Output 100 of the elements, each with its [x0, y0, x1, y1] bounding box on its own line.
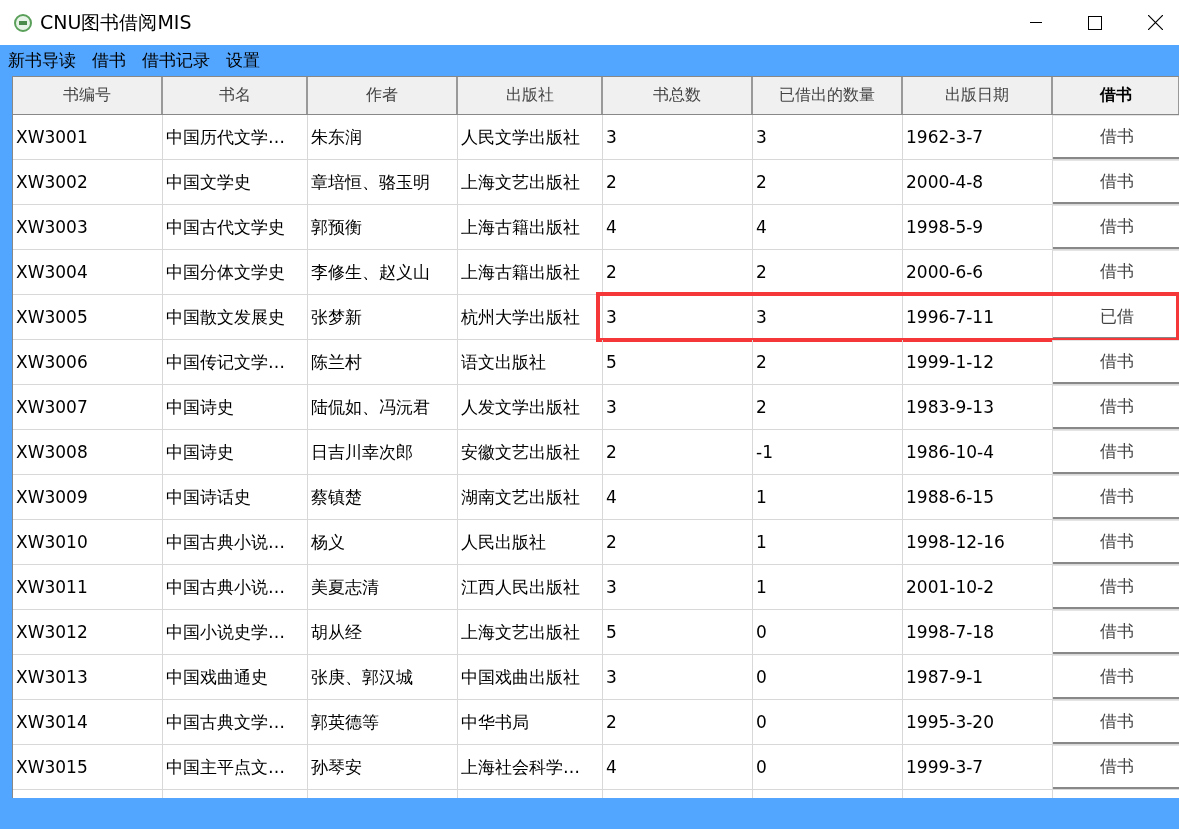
borrow-button[interactable]: 借书 — [1053, 430, 1179, 474]
table-cell: 中华书局 — [458, 700, 603, 744]
column-header: 书总数 — [603, 77, 753, 114]
column-header: 出版社 — [458, 77, 603, 114]
table-cell: XW3003 — [13, 205, 163, 249]
borrow-button[interactable]: 借书 — [1053, 745, 1179, 789]
table-cell: 中国分体文学史 — [163, 250, 308, 294]
menu-item[interactable]: 借书 — [92, 49, 126, 72]
table-cell: 4 — [603, 475, 753, 519]
table-cell: 朱东润 — [308, 115, 458, 159]
table-cell: XW3012 — [13, 610, 163, 654]
table-cell: 中国历代文学… — [163, 115, 308, 159]
table-cell: 中国传记文学… — [163, 340, 308, 384]
menu-item[interactable]: 设置 — [226, 49, 260, 72]
table-cell: 3 — [603, 565, 753, 609]
table-cell: 中国古典小说… — [163, 520, 308, 564]
table-cell: 3 — [603, 655, 753, 699]
column-header: 出版日期 — [903, 77, 1053, 114]
table-cell: 胡从经 — [308, 610, 458, 654]
borrow-button[interactable]: 借书 — [1053, 385, 1179, 429]
borrow-button[interactable]: 借书 — [1053, 565, 1179, 609]
table-cell: 张庚、郭汉城 — [308, 655, 458, 699]
table-cell: XW3009 — [13, 475, 163, 519]
table-cell: 上海文艺出版社 — [458, 160, 603, 204]
borrow-button[interactable]: 借书 — [1053, 655, 1179, 699]
table-cell: 4 — [753, 205, 903, 249]
table-cell: XW3010 — [13, 520, 163, 564]
minimize-icon[interactable] — [1030, 21, 1042, 24]
table-cell: XW3015 — [13, 745, 163, 789]
borrow-button[interactable]: 借书 — [1053, 115, 1179, 159]
borrow-button[interactable]: 借书 — [1053, 475, 1179, 519]
table-cell: 2 — [603, 700, 753, 744]
table-cell: 上海文艺出版社 — [458, 610, 603, 654]
column-header: 已借出的数量 — [753, 77, 903, 114]
table-cell: 中国诗史 — [163, 385, 308, 429]
column-header: 书名 — [163, 77, 308, 114]
table-cell: 日吉川幸次郎 — [308, 430, 458, 474]
table-cell: 中国戏曲通史 — [163, 655, 308, 699]
borrow-button[interactable]: 借书 — [1053, 340, 1179, 384]
table-cell: 2 — [603, 250, 753, 294]
borrow-button[interactable]: 借书 — [1053, 610, 1179, 654]
table-cell: 中国诗史 — [163, 430, 308, 474]
table-cell: 中国古典文学… — [163, 700, 308, 744]
table-cell: 0 — [753, 745, 903, 789]
table-cell: 5 — [603, 610, 753, 654]
menu-item[interactable]: 借书记录 — [142, 49, 210, 72]
borrow-button[interactable]: 借书 — [1053, 700, 1179, 744]
table-cell: 2 — [603, 160, 753, 204]
table-cell: XW3008 — [13, 430, 163, 474]
table-cell: 3 — [603, 385, 753, 429]
table-cell: 中国古代文学史 — [163, 205, 308, 249]
table-cell: 中国散文发展史 — [163, 295, 308, 339]
table-cell: 张梦新 — [308, 295, 458, 339]
table-cell: 湖南文艺出版社 — [458, 475, 603, 519]
table-cell: 4 — [603, 205, 753, 249]
table-cell: 中国戏曲出版社 — [458, 655, 603, 699]
app-logo-icon — [14, 13, 32, 32]
table-cell: 语文出版社 — [458, 340, 603, 384]
table-cell: XW3013 — [13, 655, 163, 699]
borrow-button[interactable]: 借书 — [1053, 205, 1179, 249]
menu-item[interactable]: 新书导读 — [8, 49, 76, 72]
table-cell: 中国文学史 — [163, 160, 308, 204]
table-cell: 3 — [753, 115, 903, 159]
table-cell: 中国小说史学… — [163, 610, 308, 654]
table-cell: 杭州大学出版社 — [458, 295, 603, 339]
table-cell: 美夏志清 — [308, 565, 458, 609]
table-cell: 中国诗话史 — [163, 475, 308, 519]
table-cell: XW3006 — [13, 340, 163, 384]
table-cell: 安徽文艺出版社 — [458, 430, 603, 474]
table-cell: 人民文学出版社 — [458, 115, 603, 159]
table-cell: XW3002 — [13, 160, 163, 204]
table-cell: 上海古籍出版社 — [458, 205, 603, 249]
table-cell: 陆侃如、冯沅君 — [308, 385, 458, 429]
table-cell: 2 — [603, 520, 753, 564]
table-cell: 郭英德等 — [308, 700, 458, 744]
maximize-icon[interactable] — [1088, 15, 1102, 30]
table-cell: 孙琴安 — [308, 745, 458, 789]
table-cell: XW3001 — [13, 115, 163, 159]
table-cell: 上海古籍出版社 — [458, 250, 603, 294]
table-cell: 1 — [753, 475, 903, 519]
table-cell: 人民出版社 — [458, 520, 603, 564]
table-cell: 李修生、赵义山 — [308, 250, 458, 294]
close-icon[interactable] — [1148, 15, 1163, 30]
table-cell: XW3004 — [13, 250, 163, 294]
table-cell: XW3005 — [13, 295, 163, 339]
borrow-button[interactable]: 借书 — [1053, 160, 1179, 204]
table-cell: 陈兰村 — [308, 340, 458, 384]
table-cell: -1 — [753, 430, 903, 474]
table-cell: 0 — [753, 700, 903, 744]
table-cell: 3 — [603, 295, 753, 339]
table-cell: 0 — [753, 610, 903, 654]
table-cell: 上海社会科学… — [458, 745, 603, 789]
borrow-button[interactable]: 借书 — [1053, 520, 1179, 564]
table-cell: 2 — [753, 340, 903, 384]
column-header: 书编号 — [13, 77, 163, 114]
table-cell: 中国古典小说… — [163, 565, 308, 609]
table-cell: 0 — [753, 655, 903, 699]
table-cell: 2 — [753, 160, 903, 204]
table-cell: XW3011 — [13, 565, 163, 609]
table-cell: 5 — [603, 340, 753, 384]
